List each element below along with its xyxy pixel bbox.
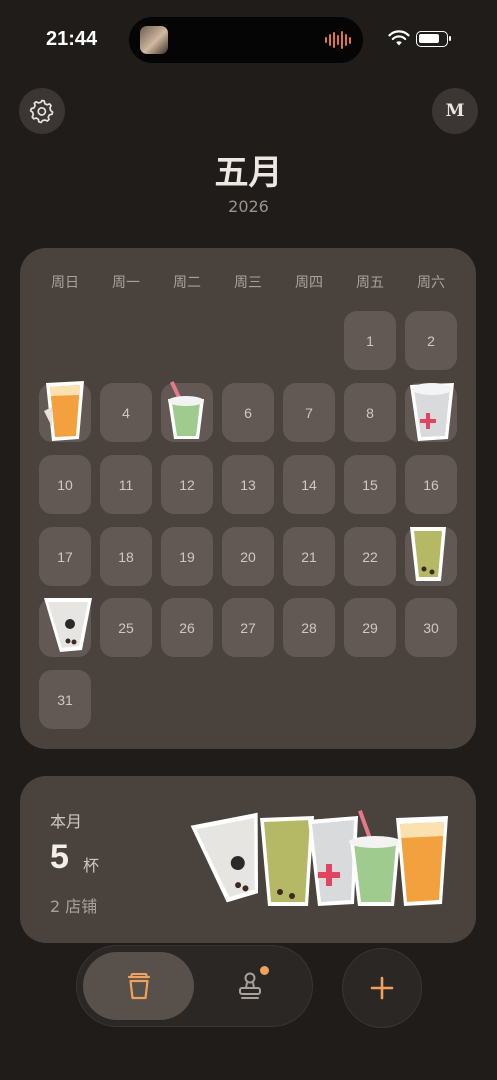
day-number: 14 <box>301 476 317 493</box>
gear-icon <box>29 99 54 124</box>
day-number: 1 <box>366 332 374 349</box>
day-number: 21 <box>301 548 317 565</box>
battery-icon <box>416 31 451 47</box>
day-number: 30 <box>423 619 439 636</box>
drink-photo-matcha <box>260 816 314 906</box>
weekday-label: 周二 <box>173 275 201 291</box>
weekday-label: 周六 <box>417 275 445 291</box>
day-number: 4 <box>122 404 130 421</box>
calendar-day-1[interactable]: 1 <box>344 311 396 370</box>
weekday-label: 周三 <box>234 275 262 291</box>
calendar-day-24[interactable] <box>39 596 94 657</box>
month-title: 五月 <box>214 153 283 193</box>
calendar-day-2[interactable]: 2 <box>405 311 457 370</box>
stamp-icon <box>239 972 261 999</box>
day-number: 12 <box>179 476 195 493</box>
day-number: 7 <box>305 404 313 421</box>
now-playing-artwork <box>140 26 168 54</box>
drink-photo-milk <box>42 596 94 657</box>
notification-dot <box>260 966 269 975</box>
drink-photo-orange <box>42 381 88 446</box>
day-number: 29 <box>362 619 378 636</box>
calendar-day-26[interactable]: 26 <box>161 598 213 657</box>
day-number: 19 <box>179 548 195 565</box>
drink-collage <box>190 810 448 906</box>
calendar-day-6[interactable]: 6 <box>222 383 274 442</box>
weekday-label: 周五 <box>356 275 384 291</box>
day-number: 26 <box>179 619 195 636</box>
calendar-day-20[interactable]: 20 <box>222 527 274 586</box>
calendar-day-10[interactable]: 10 <box>39 455 91 514</box>
calendar-day-19[interactable]: 19 <box>161 527 213 586</box>
calendar-day-30[interactable]: 30 <box>405 598 457 657</box>
drink-photo-white <box>308 816 358 906</box>
calendar-day-5[interactable] <box>161 381 213 442</box>
calendar-day-31[interactable]: 31 <box>39 670 91 729</box>
calendar-day-15[interactable]: 15 <box>344 455 396 514</box>
calendar-day-7[interactable]: 7 <box>283 383 335 442</box>
status-time: 21:44 <box>46 28 98 50</box>
drink-photo-white <box>408 381 456 446</box>
day-number: 28 <box>301 619 317 636</box>
weekday-label: 周日 <box>51 275 79 291</box>
calendar-day-22[interactable]: 22 <box>344 527 396 586</box>
weekday-label: 周四 <box>295 275 323 291</box>
calendar-day-8[interactable]: 8 <box>344 383 396 442</box>
drink-photo-green <box>164 381 208 446</box>
calendar-day-12[interactable]: 12 <box>161 455 213 514</box>
day-number: 13 <box>240 476 256 493</box>
day-number: 2 <box>427 332 435 349</box>
day-number: 20 <box>240 548 256 565</box>
day-number: 15 <box>362 476 378 493</box>
day-number: 17 <box>57 548 73 565</box>
audio-wave-icon <box>325 30 351 50</box>
tab-stamps[interactable] <box>220 960 280 1012</box>
day-number: 8 <box>366 404 374 421</box>
calendar-day-13[interactable]: 13 <box>222 455 274 514</box>
calendar-day-17[interactable]: 17 <box>39 527 91 586</box>
calendar-day-3[interactable] <box>39 381 91 442</box>
drink-photo-milk <box>190 812 259 903</box>
cup-icon <box>127 973 150 1000</box>
summary-unit: 杯 <box>83 856 100 875</box>
year-label: 2026 <box>228 197 269 216</box>
day-number: 25 <box>118 619 134 636</box>
summary-count: 5 <box>50 838 69 876</box>
weekday-label: 周一 <box>112 275 140 291</box>
calendar-day-21[interactable]: 21 <box>283 527 335 586</box>
summary-shops: 2 店铺 <box>50 897 98 916</box>
calendar-day-18[interactable]: 18 <box>100 527 152 586</box>
day-number: 11 <box>118 476 134 493</box>
day-number: 16 <box>423 476 439 493</box>
day-number: 18 <box>118 548 134 565</box>
calendar-day-11[interactable]: 11 <box>100 455 152 514</box>
drink-photo-orange <box>396 816 448 906</box>
plus-icon <box>370 976 394 1000</box>
add-drink-button[interactable] <box>342 948 422 1028</box>
summary-label: 本月 <box>50 812 83 831</box>
day-number: 27 <box>240 619 256 636</box>
day-number: 10 <box>57 476 73 493</box>
calendar-day-25[interactable]: 25 <box>100 598 152 657</box>
calendar-day-27[interactable]: 27 <box>222 598 274 657</box>
day-number: 6 <box>244 404 252 421</box>
calendar-day-4[interactable]: 4 <box>100 383 152 442</box>
settings-button[interactable] <box>19 88 65 134</box>
calendar-day-28[interactable]: 28 <box>283 598 335 657</box>
wifi-icon <box>388 30 410 46</box>
calendar-day-16[interactable]: 16 <box>405 455 457 514</box>
day-number: 31 <box>57 691 73 708</box>
tab-cups[interactable] <box>83 952 194 1020</box>
avatar: M <box>445 101 465 121</box>
profile-button[interactable]: M <box>432 88 478 134</box>
calendar-day-14[interactable]: 14 <box>283 455 335 514</box>
day-number: 22 <box>362 548 378 565</box>
drink-photo-matcha <box>408 525 448 588</box>
dynamic-island <box>129 17 363 63</box>
calendar-day-29[interactable]: 29 <box>344 598 396 657</box>
calendar-day-9[interactable] <box>405 383 457 442</box>
calendar-day-23[interactable] <box>405 527 457 586</box>
